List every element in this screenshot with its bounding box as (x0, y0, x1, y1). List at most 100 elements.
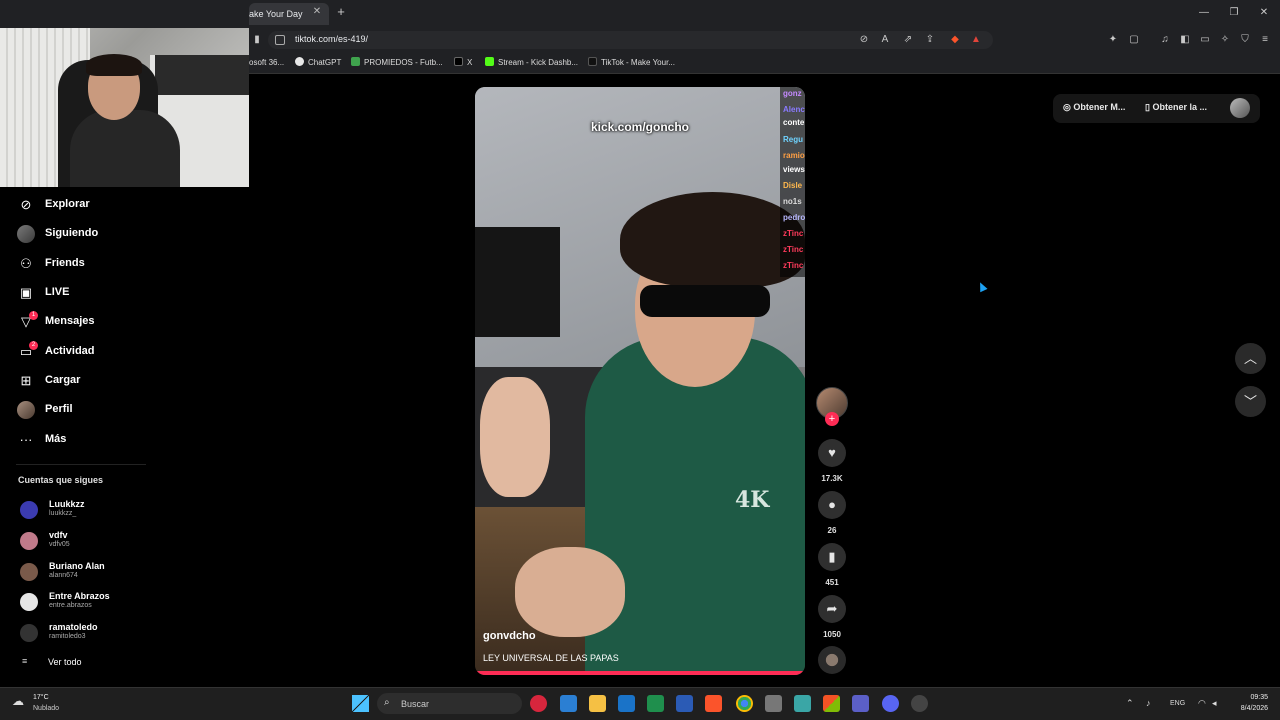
chrome-icon[interactable] (736, 695, 753, 712)
stream-chat-overlay: gonz Alenc conte Regu ramio views Disle … (780, 87, 805, 277)
store-icon[interactable] (823, 695, 840, 712)
comment-count: 26 (827, 526, 837, 535)
clock-time[interactable]: 09:35 (1218, 694, 1268, 701)
volume-icon[interactable]: ◂ (1212, 698, 1217, 709)
chat-message: zTinc (783, 245, 804, 254)
brave-shield-icon[interactable]: ◆ (948, 33, 962, 47)
nav-explore[interactable]: ⊘ Explorar (16, 194, 216, 216)
menu-icon[interactable]: ≡ (1258, 33, 1272, 47)
url-text[interactable]: tiktok.com/es-419/ (295, 34, 368, 44)
nav-label: LIVE (45, 286, 70, 298)
restore-icon[interactable]: ❐ (1226, 6, 1242, 20)
bookmark-chatgpt[interactable]: ChatGPT (295, 57, 341, 69)
heart-icon: ♥ (828, 445, 836, 460)
share-icon[interactable]: ⇪ (923, 33, 937, 47)
messages-badge: 1 (29, 311, 38, 320)
following-account[interactable]: vdfv vdfv05 (20, 530, 220, 556)
bookmark-icon[interactable]: ▮ (250, 33, 264, 47)
live-tv-icon: ▣ (19, 285, 33, 300)
kick-icon (485, 57, 494, 66)
account-handle: vdfv05 (49, 541, 70, 548)
tray-overflow-icon[interactable]: ⌃ (1126, 698, 1134, 709)
windows-start-icon[interactable] (352, 695, 369, 712)
following-account[interactable]: Luukkzz luukkzz_ (20, 499, 220, 525)
follow-plus-icon[interactable]: + (825, 412, 839, 426)
app-icon[interactable] (794, 695, 811, 712)
no-tracking-icon[interactable]: ⊘ (857, 33, 871, 47)
avatar (20, 624, 38, 642)
excel-icon[interactable] (647, 695, 664, 712)
teams-icon[interactable] (852, 695, 869, 712)
discord-icon[interactable] (882, 695, 899, 712)
browser-tab-bar (0, 0, 1280, 28)
file-explorer-icon[interactable] (589, 695, 606, 712)
nav-profile[interactable]: Perfil (16, 399, 216, 421)
like-button[interactable]: ♥ (818, 439, 846, 467)
media-player-icon[interactable] (530, 695, 547, 712)
nav-more[interactable]: ··· Más (16, 429, 216, 451)
share-button[interactable]: ➦ (818, 595, 846, 623)
taskbar-search[interactable] (377, 693, 522, 714)
wallet-icon[interactable]: ▭ (1198, 33, 1212, 47)
open-external-icon[interactable]: ⇗ (901, 33, 915, 47)
language-indicator[interactable]: ENG (1170, 700, 1185, 707)
nav-messages[interactable]: ▽ 1 Mensajes (16, 311, 216, 333)
following-account[interactable]: ramatoledo ramitoledo3 (20, 622, 220, 648)
chevron-up-icon[interactable]: ︿ (1235, 343, 1266, 374)
video-author[interactable]: gonvdcho (483, 630, 536, 642)
leo-ai-icon[interactable]: ✧ (1218, 33, 1232, 47)
nav-label: Mensajes (45, 315, 95, 327)
clock-date[interactable]: 8/4/2026 (1218, 705, 1268, 712)
tab-close-icon[interactable]: ✕ (311, 6, 323, 18)
bookmark-promiedos[interactable]: PROMIEDOS - Futb... (351, 57, 443, 69)
site-settings-icon[interactable] (275, 35, 285, 45)
cloud-icon[interactable]: ☁ (12, 694, 30, 708)
microphone-icon[interactable]: ♪ (1146, 698, 1151, 708)
nav-upload[interactable]: ⊞ Cargar (16, 370, 216, 392)
bookmark-tiktok[interactable]: TikTok - Make Your... (588, 57, 675, 69)
vpn-icon[interactable]: ⛉ (1238, 33, 1252, 47)
weather-description[interactable]: Nublado (33, 705, 59, 712)
video-progress-bar[interactable] (475, 671, 805, 675)
brave-rewards-icon[interactable]: ▲ (969, 33, 983, 47)
share-count: 1050 (823, 630, 841, 639)
media-icon[interactable]: ♫ (1158, 33, 1172, 47)
screenshot-icon[interactable]: ▢ (1127, 33, 1141, 47)
promiedos-icon (351, 57, 360, 66)
comment-button[interactable]: ● (818, 491, 846, 519)
following-account[interactable]: Entre Abrazos entre.abrazos (20, 591, 220, 617)
folder-icon[interactable] (765, 695, 782, 712)
weather-temperature[interactable]: 17°C (33, 694, 49, 701)
nav-label: Explorar (45, 198, 90, 210)
new-tab-icon[interactable]: + (334, 4, 348, 20)
chevron-down-icon[interactable]: ﹀ (1235, 386, 1266, 417)
bookmark-x[interactable]: X (454, 57, 472, 69)
bookmark-kick[interactable]: Stream - Kick Dashb... (485, 57, 578, 69)
get-app-button[interactable]: ▯ Obtener la ... (1145, 102, 1207, 113)
vscode-icon[interactable] (560, 695, 577, 712)
minimize-icon[interactable]: — (1196, 6, 1212, 20)
wifi-icon[interactable]: ◠ (1198, 698, 1206, 709)
bookmark-microsoft[interactable]: osoft 36... (249, 57, 284, 69)
brave-browser-icon[interactable] (705, 695, 722, 712)
video-player[interactable]: 4K kick.com/goncho gonz Alenc conte Regu… (475, 87, 805, 675)
sidebar-toggle-icon[interactable]: ◧ (1178, 33, 1192, 47)
get-coins-button[interactable]: ◎ Obtener M... (1063, 102, 1125, 113)
nav-friends[interactable]: ⚇ Friends (16, 253, 216, 275)
window-close-icon[interactable]: ✕ (1256, 6, 1272, 20)
profile-avatar-button[interactable] (1230, 98, 1250, 118)
sidebar-divider (16, 464, 146, 465)
following-account[interactable]: Buriano Alan alann674 (20, 561, 220, 587)
nav-activity[interactable]: ▭ 2 Actividad (16, 341, 216, 363)
save-button[interactable]: ▮ (818, 543, 846, 571)
nav-live[interactable]: ▣ LIVE (16, 282, 216, 304)
nav-following[interactable]: Siguiendo (16, 223, 216, 245)
see-all-button[interactable]: ≡ Ver todo (18, 656, 138, 670)
translate-icon[interactable]: A (878, 33, 892, 47)
obs-icon[interactable] (911, 695, 928, 712)
word-icon[interactable] (676, 695, 693, 712)
outlook-icon[interactable] (618, 695, 635, 712)
extensions-icon[interactable]: ✦ (1106, 33, 1120, 47)
music-disc-icon[interactable] (818, 646, 846, 674)
save-count: 451 (825, 578, 839, 587)
